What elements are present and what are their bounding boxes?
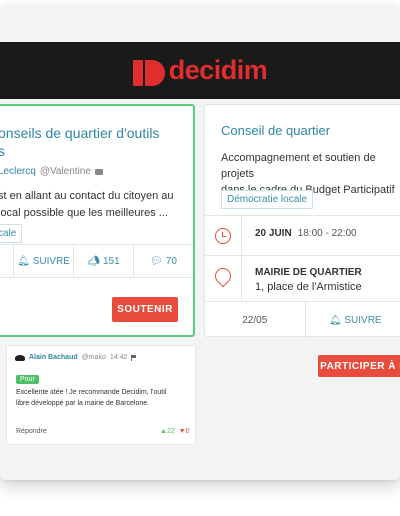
meeting-location-row: MAIRIE DE QUARTIER 1, place de l'Armisti… (205, 255, 400, 301)
meeting-tag[interactable]: Démocratie locale (221, 190, 314, 209)
support-button[interactable]: SOUTENIR (112, 297, 178, 322)
comment-icon: 💬︎ (150, 255, 163, 267)
comment-author[interactable]: Alain Bachaud (29, 354, 78, 361)
meeting-datetime: 20 JUIN 18:00 - 22:00 (255, 228, 357, 239)
upvote-button[interactable]: ▲22 (160, 428, 175, 435)
status-badge: Pour (16, 375, 39, 384)
location-pin-icon (211, 264, 235, 288)
location-address: 1, place de l'Armistice (255, 281, 362, 293)
proposal-actions: 🔔︎ SUIVRE 📣︎ 151 💬︎ 70 (0, 244, 193, 278)
author-handle: @Valentine (39, 166, 91, 177)
comment-card: Alain Bachaud @mako 14:42 Pour Excellent… (6, 345, 196, 445)
meeting-title[interactable]: Conseil de quartier (221, 123, 330, 138)
logo-text: decidim (157, 55, 268, 86)
arrow-up-icon: ▲ (160, 428, 167, 435)
proposal-title[interactable]: onseils de quartier d'outils s (0, 124, 188, 160)
comment-header: Alain Bachaud @mako 14:42 (15, 354, 137, 361)
reply-link[interactable]: Répondre (16, 428, 47, 435)
clock-icon (215, 228, 231, 244)
participate-button[interactable]: PARTICIPER À L (318, 355, 400, 377)
screenshot-stage: decidim onseils de quartier d'outils s L… (0, 0, 400, 516)
location-name: MAIRIE DE QUARTIER (255, 267, 362, 278)
downvote-button[interactable]: ▼0 (179, 428, 190, 435)
comment-time: 14:42 (109, 354, 128, 361)
flag-icon[interactable] (131, 354, 137, 361)
bell-icon: 🔔︎ (328, 314, 342, 326)
follow-button[interactable]: 🔔︎ SUIVRE (14, 245, 74, 277)
endorsements-count[interactable]: 📣︎ 151 (74, 245, 134, 277)
decidim-logo[interactable]: decidim (132, 55, 268, 86)
bell-icon: 🔔︎ (17, 255, 30, 267)
meeting-date-row: 20 JUIN 18:00 - 22:00 (205, 215, 400, 255)
mail-icon[interactable] (94, 168, 103, 175)
avatar[interactable] (15, 354, 25, 361)
megaphone-icon: 📣︎ (87, 255, 100, 267)
meeting-card[interactable]: Conseil de quartier Accompagnement et so… (204, 104, 400, 338)
proposal-card[interactable]: onseils de quartier d'outils s Leclercq … (0, 104, 195, 337)
meeting-date-short: 22/05 (205, 302, 306, 338)
author-name[interactable]: Leclercq (0, 166, 36, 177)
comment-handle: @mako (81, 354, 106, 361)
proposal-excerpt: st en allant au contact du citoyen au lo… (0, 190, 174, 219)
comment-body: Excellente idée ! Je recommande Decidim,… (16, 389, 167, 407)
arrow-down-icon: ▼ (178, 428, 186, 435)
meeting-follow-button[interactable]: 🔔︎ SUIVRE (306, 302, 400, 338)
action-spacer (0, 245, 14, 277)
proposal-author[interactable]: Leclercq @Valentine (0, 166, 103, 177)
site-header: decidim (0, 42, 400, 99)
comments-count[interactable]: 💬︎ 70 (134, 245, 193, 277)
comment-votes: ▲22 ▼0 (160, 428, 190, 435)
meeting-footer-row: 22/05 🔔︎ SUIVRE (205, 301, 400, 338)
proposal-tag[interactable]: cale (0, 224, 23, 243)
